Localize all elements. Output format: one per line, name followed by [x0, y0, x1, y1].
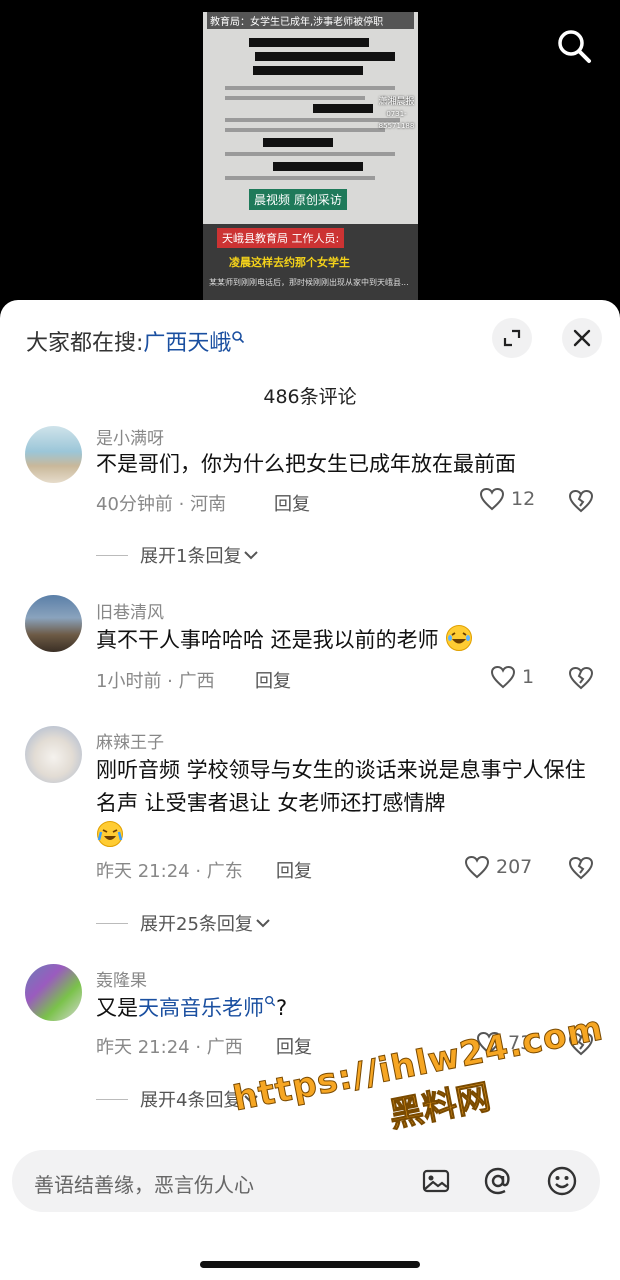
at-icon[interactable]: [482, 1165, 514, 1197]
comment-input[interactable]: 善语结善缘，恶言伤人心: [12, 1150, 600, 1212]
like-button[interactable]: 12: [479, 487, 535, 511]
comment-time: 40分钟前 · 河南: [96, 494, 227, 515]
comment-text[interactable]: 又是天高音乐老师?: [96, 992, 596, 1025]
close-button[interactable]: [562, 318, 602, 358]
expand-replies-label: 展开4条回复: [140, 1090, 242, 1111]
search-icon[interactable]: [554, 26, 594, 66]
search-icon: [265, 996, 276, 1007]
like-button[interactable]: 1: [490, 665, 534, 689]
like-button[interactable]: 207: [464, 855, 532, 879]
comment-search-link[interactable]: 天高音乐老师: [138, 996, 264, 1020]
comment-input-placeholder: 善语结善缘，恶言伤人心: [34, 1173, 254, 1197]
comment-username[interactable]: 轰隆果: [96, 966, 147, 991]
reply-button[interactable]: 回复: [274, 490, 310, 516]
comment-username[interactable]: 是小满呀: [96, 424, 164, 449]
video-caption: 凌晨这样去约那个女学生: [229, 256, 350, 269]
broken-heart-icon[interactable]: [568, 488, 594, 514]
broken-heart-icon[interactable]: [568, 855, 594, 881]
chevron-down-icon: [256, 919, 270, 928]
chevron-down-icon: [244, 551, 259, 560]
comment-username[interactable]: 麻辣王子: [96, 728, 164, 753]
video-speaker: 天峨县教育局 工作人员:: [217, 228, 345, 248]
avatar[interactable]: [25, 964, 82, 1021]
minimize-button[interactable]: [492, 318, 532, 358]
video-frame: 教育局：女学生已成年,涉事老师被停职 潇湘晨报 0731-85571188 晨视…: [203, 12, 418, 310]
trending-prefix: 大家都在搜:: [26, 331, 144, 356]
crying-laughing-emoji-icon: [97, 821, 123, 847]
home-indicator[interactable]: [200, 1261, 420, 1268]
like-count: 12: [511, 488, 536, 510]
comment-text-suffix: ?: [276, 996, 288, 1020]
avatar[interactable]: [25, 426, 82, 483]
expand-replies-button[interactable]: 展开25条回复: [96, 910, 271, 936]
comment-time: 1小时前 · 广西: [96, 671, 215, 692]
heart-icon: [464, 855, 490, 879]
heart-icon: [479, 487, 505, 511]
expand-replies-label: 展开1条回复: [140, 546, 242, 567]
avatar[interactable]: [25, 726, 82, 783]
like-count: 1: [522, 666, 535, 688]
like-count: 207: [496, 856, 533, 878]
trending-term[interactable]: 广西天峨: [143, 331, 231, 356]
comment-text[interactable]: 刚听音频 学校领导与女生的谈话来说是息事宁人保住名声 让受害者退让 女老师还打感…: [96, 754, 596, 853]
image-icon[interactable]: [420, 1165, 452, 1197]
comment-username[interactable]: 旧巷清风: [96, 598, 164, 623]
expand-replies-button[interactable]: 展开1条回复: [96, 542, 259, 568]
trending-search[interactable]: 大家都在搜:广西天峨: [26, 325, 245, 357]
comment-text[interactable]: 不是哥们，你为什么把女生已成年放在最前面: [96, 448, 596, 481]
close-icon: [573, 329, 591, 347]
emoji-icon[interactable]: [546, 1165, 578, 1197]
comment-text-content: 真不干人事哈哈哈 还是我以前的老师: [96, 628, 439, 652]
comment-text[interactable]: 真不干人事哈哈哈 还是我以前的老师: [96, 624, 596, 657]
video-stamp: 潇湘晨报 0731-85571188: [378, 97, 415, 130]
reply-button[interactable]: 回复: [276, 1033, 312, 1059]
avatar[interactable]: [25, 595, 82, 652]
search-icon: [232, 331, 245, 344]
comment-text-content: 又是: [96, 996, 138, 1020]
video-subtitle: 某某师到刚刚电话后，那时候刚刚出现从家中到天峨县...: [209, 278, 409, 287]
laughing-emoji-icon: [446, 625, 473, 651]
video-frame-title: 教育局：女学生已成年,涉事老师被停职: [207, 12, 414, 29]
comment-time: 昨天 21:24 · 广西: [96, 1037, 243, 1058]
reply-button[interactable]: 回复: [276, 857, 312, 883]
video-tag: 晨视频 原创采访: [249, 189, 347, 210]
heart-icon: [490, 665, 516, 689]
comment-text-content: 刚听音频 学校领导与女生的谈话来说是息事宁人保住名声 让受害者退让 女老师还打感…: [96, 758, 586, 815]
comment-count: 486条评论: [263, 386, 357, 408]
comment-time: 昨天 21:24 · 广东: [96, 861, 243, 882]
minimize-icon: [503, 329, 521, 347]
video-player[interactable]: 教育局：女学生已成年,涉事老师被停职 潇湘晨报 0731-85571188 晨视…: [0, 0, 620, 310]
expand-replies-label: 展开25条回复: [140, 914, 253, 935]
broken-heart-icon[interactable]: [568, 665, 594, 691]
reply-button[interactable]: 回复: [255, 667, 291, 693]
